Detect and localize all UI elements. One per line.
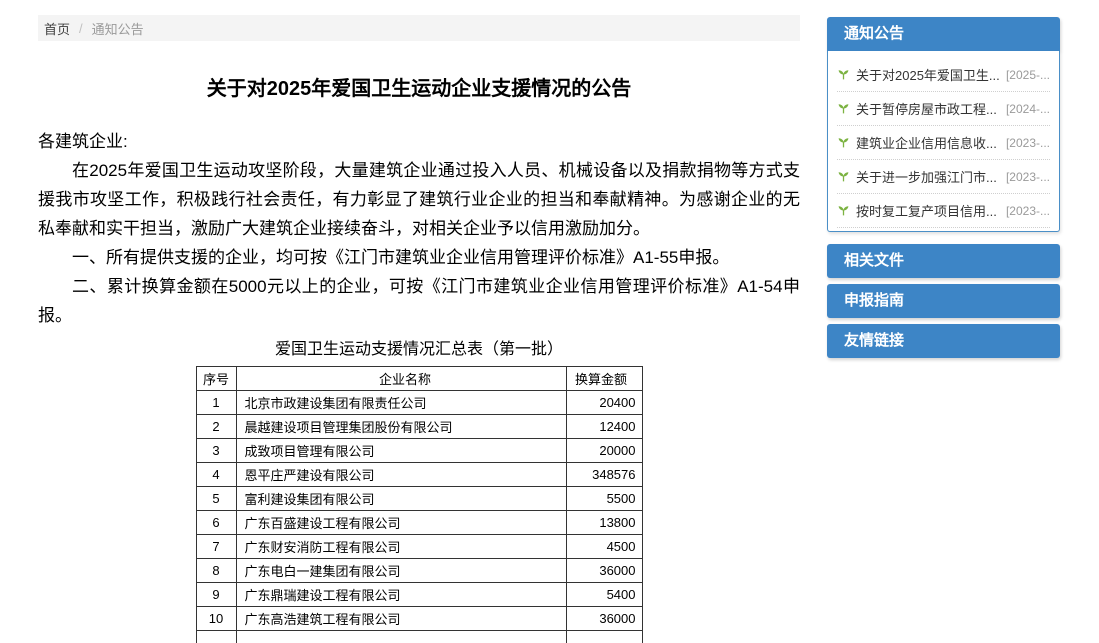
table-row: 3成致项目管理有限公司20000 (196, 439, 642, 463)
amount: 36000 (566, 559, 642, 583)
article-body: 各建筑企业: 在2025年爱国卫生运动攻坚阶段，大量建筑企业通过投入人员、机械设… (38, 127, 800, 330)
company-name: 晨越建设项目管理集团股份有限公司 (236, 415, 566, 439)
row-index: 3 (196, 439, 236, 463)
amount (566, 631, 642, 643)
article-paragraph: 二、累计换算金额在5000元以上的企业，可按《江门市建筑业企业信用管理评价标准》… (38, 272, 800, 330)
company-name: 恩平庄严建设有限公司 (236, 463, 566, 487)
page: 首页 / 通知公告 关于对2025年爱国卫生运动企业支援情况的公告 各建筑企业:… (0, 0, 1099, 643)
sprout-icon (837, 204, 850, 217)
company-name: 富利建设集团有限公司 (236, 487, 566, 511)
notice-item-title: 关于对2025年爱国卫生... (856, 65, 1000, 84)
amount: 4500 (566, 535, 642, 559)
support-table-body: 1北京市政建设集团有限责任公司204002晨越建设项目管理集团股份有限公司124… (196, 391, 642, 643)
table-row: 9广东鼎瑞建设工程有限公司5400 (196, 583, 642, 607)
article-salutation: 各建筑企业: (38, 127, 800, 156)
company-name: 广东财安消防工程有限公司 (236, 535, 566, 559)
company-name: 广东鼎瑞建设工程有限公司 (236, 583, 566, 607)
row-index: 5 (196, 487, 236, 511)
company-name: 广东高浩建筑工程有限公司 (236, 607, 566, 631)
sidebar-sections: 相关文件申报指南友情链接 (827, 244, 1060, 358)
amount: 5400 (566, 583, 642, 607)
sprout-icon (837, 68, 850, 81)
table-row: 2晨越建设项目管理集团股份有限公司12400 (196, 415, 642, 439)
table-title: 爱国卫生运动支援情况汇总表（第一批） (38, 340, 800, 360)
notice-item-date: [2023-... (1006, 204, 1050, 218)
row-index (196, 631, 236, 643)
amount: 348576 (566, 463, 642, 487)
company-name: 广东电白一建集团有限公司 (236, 559, 566, 583)
notice-list-item[interactable]: 关于进一步加强江门市... [2023-... (837, 160, 1050, 194)
header-company: 企业名称 (236, 367, 566, 391)
table-row: 10广东高浩建筑工程有限公司36000 (196, 607, 642, 631)
notice-item-title: 建筑业企业信用信息收... (856, 133, 1000, 152)
company-name: 成致项目管理有限公司 (236, 439, 566, 463)
breadcrumb-current: 通知公告 (92, 19, 144, 38)
row-index: 9 (196, 583, 236, 607)
table-header-row: 序号 企业名称 换算金额 (196, 367, 642, 391)
table-row: 5富利建设集团有限公司5500 (196, 487, 642, 511)
sprout-icon (837, 102, 850, 115)
header-amount: 换算金额 (566, 367, 642, 391)
table-row: 8广东电白一建集团有限公司36000 (196, 559, 642, 583)
page-title: 关于对2025年爱国卫生运动企业支援情况的公告 (38, 75, 800, 103)
row-index: 10 (196, 607, 236, 631)
amount: 5500 (566, 487, 642, 511)
row-index: 6 (196, 511, 236, 535)
row-index: 8 (196, 559, 236, 583)
notice-list-item[interactable]: 关于暂停房屋市政工程... [2024-... (837, 92, 1050, 126)
notice-list-item[interactable]: 关于对2025年爱国卫生... [2025-... (837, 58, 1050, 92)
notice-list-item[interactable]: 按时复工复产项目信用... [2023-... (837, 194, 1050, 228)
article-paragraph: 在2025年爱国卫生运动攻坚阶段，大量建筑企业通过投入人员、机械设备以及捐款捐物… (38, 156, 800, 243)
amount: 36000 (566, 607, 642, 631)
row-index: 1 (196, 391, 236, 415)
notice-item-date: [2024-... (1006, 102, 1050, 116)
article-paragraph: 一、所有提供支援的企业，均可按《江门市建筑业企业信用管理评价标准》A1-55申报… (38, 243, 800, 272)
breadcrumb-home-link[interactable]: 首页 (44, 19, 70, 38)
notice-item-title: 关于暂停房屋市政工程... (856, 99, 1000, 118)
amount: 13800 (566, 511, 642, 535)
row-index: 4 (196, 463, 236, 487)
company-name (236, 631, 566, 643)
sidebar-section-notices[interactable]: 通知公告 (827, 17, 1060, 51)
table-row: 4恩平庄严建设有限公司348576 (196, 463, 642, 487)
table-row: 6广东百盛建设工程有限公司13800 (196, 511, 642, 535)
sprout-icon (837, 170, 850, 183)
table-row: 1北京市政建设集团有限责任公司20400 (196, 391, 642, 415)
table-row (196, 631, 642, 643)
amount: 20000 (566, 439, 642, 463)
notice-item-title: 关于进一步加强江门市... (856, 167, 1000, 186)
amount: 20400 (566, 391, 642, 415)
notice-item-date: [2023-... (1006, 136, 1050, 150)
notice-list-item[interactable]: 建筑业企业信用信息收... [2023-... (837, 126, 1050, 160)
notice-list: 关于对2025年爱国卫生... [2025-... 关于暂停房屋市政工程... [20… (827, 51, 1060, 232)
sidebar-section-application-guide[interactable]: 申报指南 (827, 284, 1060, 318)
breadcrumb: 首页 / 通知公告 (38, 15, 800, 41)
breadcrumb-separator: / (79, 21, 83, 36)
company-name: 北京市政建设集团有限责任公司 (236, 391, 566, 415)
row-index: 7 (196, 535, 236, 559)
article-area: 关于对2025年爱国卫生运动企业支援情况的公告 各建筑企业: 在2025年爱国卫… (38, 41, 800, 643)
header-index: 序号 (196, 367, 236, 391)
company-name: 广东百盛建设工程有限公司 (236, 511, 566, 535)
support-table: 序号 企业名称 换算金额 1北京市政建设集团有限责任公司204002晨越建设项目… (196, 366, 643, 643)
notice-item-date: [2023-... (1006, 170, 1050, 184)
notice-panel: 通知公告 关于对2025年爱国卫生... [2025-... 关于暂停房屋市政工程.… (827, 17, 1060, 232)
sprout-icon (837, 136, 850, 149)
sidebar: 通知公告 关于对2025年爱国卫生... [2025-... 关于暂停房屋市政工程.… (827, 17, 1060, 358)
notice-item-title: 按时复工复产项目信用... (856, 201, 1000, 220)
sidebar-section-friendly-links[interactable]: 友情链接 (827, 324, 1060, 358)
notice-item-date: [2025-... (1006, 68, 1050, 82)
amount: 12400 (566, 415, 642, 439)
row-index: 2 (196, 415, 236, 439)
sidebar-section-related-files[interactable]: 相关文件 (827, 244, 1060, 278)
table-row: 7广东财安消防工程有限公司4500 (196, 535, 642, 559)
support-table-head: 序号 企业名称 换算金额 (196, 367, 642, 391)
